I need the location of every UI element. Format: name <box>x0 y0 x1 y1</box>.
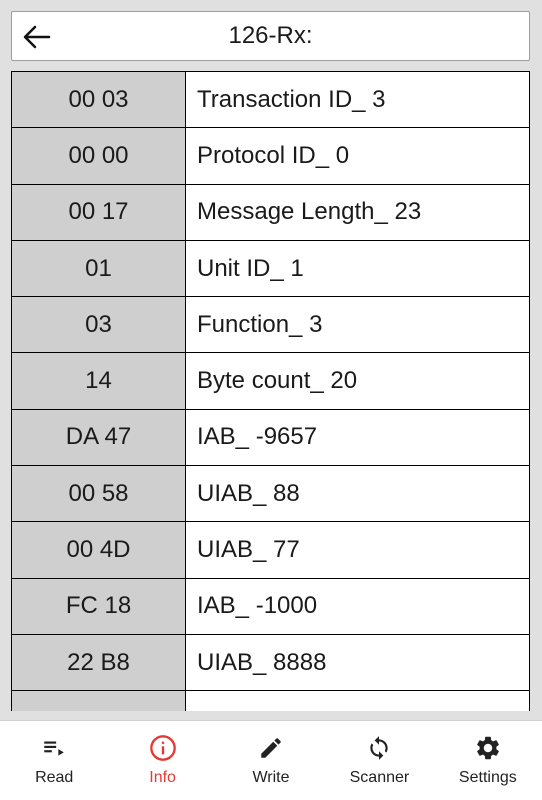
nav-item-read[interactable]: Read <box>0 721 108 800</box>
nav-label-info: Info <box>149 769 176 786</box>
table-row: 00 58 UIAB_ 88 <box>12 466 529 523</box>
arrow-left-icon <box>23 25 51 49</box>
nav-label-read: Read <box>35 769 74 786</box>
read-list-icon <box>39 733 69 763</box>
desc-cell: UIAB_ 77 <box>186 522 529 578</box>
desc-cell: Unit ID_ 1 <box>186 240 529 297</box>
hex-cell: 03 <box>12 297 186 353</box>
page-title: 126-Rx: <box>228 22 313 49</box>
table-row: 01 Unit ID_ 1 <box>12 240 529 298</box>
desc-cell: Function_ 3 <box>186 297 529 353</box>
app: 126-Rx: 00 03 Transaction ID_ 3 00 00 Pr… <box>0 0 542 800</box>
table-row: 14 Byte count_ 20 <box>12 353 529 410</box>
desc-cell <box>186 691 529 711</box>
table-row: FC 18 IAB_ -1000 <box>12 578 529 635</box>
bottom-navigation: Read Info Write Scanner Settings <box>0 720 542 800</box>
desc-cell: Protocol ID_ 0 <box>186 128 529 184</box>
desc-cell: IAB_ -9657 <box>186 409 529 466</box>
table-row: 03 Function_ 3 <box>12 297 529 354</box>
table-row <box>12 691 529 711</box>
hex-cell: 00 58 <box>12 466 186 522</box>
desc-cell: UIAB_ 8888 <box>186 634 529 691</box>
table-row: 00 03 Transaction ID_ 3 <box>12 72 529 129</box>
nav-item-write[interactable]: Write <box>217 721 325 800</box>
desc-cell: IAB_ -1000 <box>186 578 529 634</box>
hex-cell: 00 4D <box>12 522 186 578</box>
desc-cell: Byte count_ 20 <box>186 353 529 409</box>
desc-cell: Message Length_ 23 <box>186 184 529 240</box>
hex-cell: 00 03 <box>12 72 186 128</box>
pencil-icon <box>256 733 286 763</box>
table-row: 22 B8 UIAB_ 8888 <box>12 634 529 692</box>
hex-cell: DA 47 <box>12 409 186 466</box>
back-button[interactable] <box>18 18 56 56</box>
hex-cell: 01 <box>12 240 186 297</box>
header-bar: 126-Rx: <box>11 11 530 61</box>
gear-icon <box>473 733 503 763</box>
info-icon <box>148 733 178 763</box>
hex-cell: 14 <box>12 353 186 409</box>
hex-cell: FC 18 <box>12 578 186 634</box>
desc-cell: Transaction ID_ 3 <box>186 72 529 128</box>
register-table[interactable]: 00 03 Transaction ID_ 3 00 00 Protocol I… <box>11 71 530 711</box>
nav-label-scanner: Scanner <box>349 769 410 786</box>
nav-item-settings[interactable]: Settings <box>434 721 542 800</box>
table-row: 00 00 Protocol ID_ 0 <box>12 128 529 185</box>
desc-cell: UIAB_ 88 <box>186 466 529 522</box>
hex-cell: 22 B8 <box>12 634 186 691</box>
nav-item-scanner[interactable]: Scanner <box>325 721 433 800</box>
hex-cell: 00 17 <box>12 184 186 240</box>
table-row: 00 4D UIAB_ 77 <box>12 522 529 579</box>
sync-icon <box>364 733 394 763</box>
nav-item-info[interactable]: Info <box>108 721 216 800</box>
nav-label-write: Write <box>252 769 290 786</box>
hex-cell <box>12 691 186 711</box>
table-row: DA 47 IAB_ -9657 <box>12 409 529 467</box>
table-row: 00 17 Message Length_ 23 <box>12 184 529 241</box>
hex-cell: 00 00 <box>12 128 186 184</box>
nav-label-settings: Settings <box>458 769 517 786</box>
